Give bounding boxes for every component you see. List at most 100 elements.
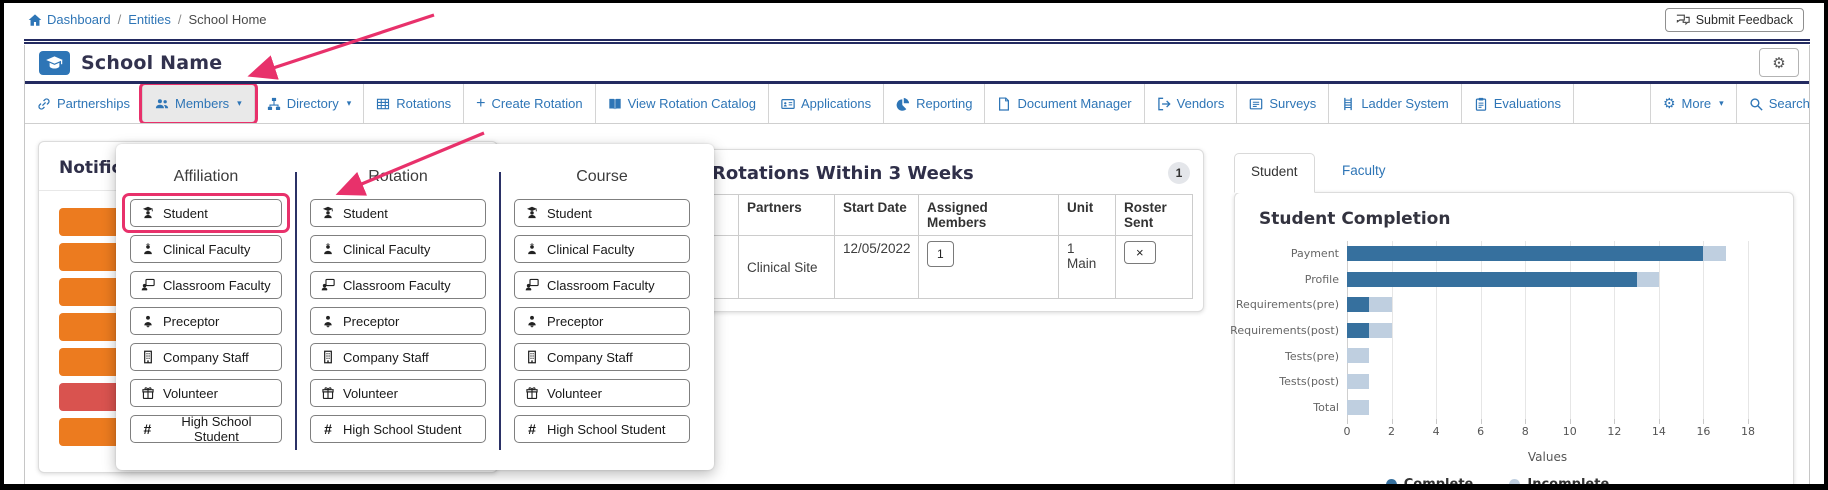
menu-item-affiliation-high-school-student[interactable]: # High School Student xyxy=(130,414,282,444)
menu-item-course-company-staff[interactable]: Company Staff xyxy=(514,343,690,371)
column-header-partners: Partners xyxy=(738,194,835,236)
preceptor-icon xyxy=(321,314,335,328)
legend-label: Complete xyxy=(1404,477,1474,484)
chart-x-tick-label: 6 xyxy=(1477,425,1485,439)
tab-student[interactable]: Student xyxy=(1234,153,1315,193)
menu-item-course-clinical-faculty[interactable]: Clinical Faculty xyxy=(514,235,690,263)
nav-item-create-rotation[interactable]: + Create Rotation xyxy=(464,84,596,123)
nav-item-applications[interactable]: Applications xyxy=(769,84,885,123)
menu-item-course-preceptor[interactable]: Preceptor xyxy=(514,307,690,335)
nav-item-document-manager[interactable]: Document Manager xyxy=(985,84,1145,123)
menu-item-affiliation-volunteer[interactable]: Volunteer xyxy=(130,379,282,407)
nav-item-view-rotation-catalog[interactable]: View Rotation Catalog xyxy=(596,84,769,123)
menu-item-rotation-volunteer[interactable]: Volunteer xyxy=(310,379,486,407)
chart-bar-row xyxy=(1347,369,1748,395)
home-icon xyxy=(28,13,42,27)
nav-item-search[interactable]: Search ▾ xyxy=(1737,84,1809,123)
clinical-faculty-icon xyxy=(525,242,539,256)
entity-header: School Name ⚙ xyxy=(25,45,1809,81)
menu-item-rotation-company-staff[interactable]: Company Staff xyxy=(310,343,486,371)
nav-spacer xyxy=(1574,84,1651,123)
menu-item-rotation-student[interactable]: Student xyxy=(310,199,486,227)
nav-item-members[interactable]: Members ▾ xyxy=(138,84,258,123)
nav-item-reporting[interactable]: Reporting xyxy=(884,84,986,123)
nav-item-evaluations[interactable]: Evaluations xyxy=(1462,84,1574,123)
breadcrumb-current: School Home xyxy=(188,12,267,27)
nav-item-more[interactable]: ⚙ More ▾ xyxy=(1651,84,1737,123)
chart-bar-segment xyxy=(1347,246,1704,261)
legend-item[interactable]: Incomplete xyxy=(1509,477,1609,484)
breadcrumb-dashboard-link[interactable]: Dashboard xyxy=(28,12,111,27)
building-icon xyxy=(525,350,539,364)
classroom-faculty-icon xyxy=(141,278,155,292)
nav-item-ladder-system[interactable]: Ladder System xyxy=(1329,84,1462,123)
menu-item-affiliation-student[interactable]: Student xyxy=(130,199,282,227)
menu-column-course: Course Student Clinical Faculty Classroo… xyxy=(514,168,690,456)
gear-icon: ⚙ xyxy=(1772,54,1786,72)
chart-category-label: Payment xyxy=(1290,247,1339,261)
page-title: School Name xyxy=(81,52,223,74)
menu-item-rotation-clinical-faculty[interactable]: Clinical Faculty xyxy=(310,235,486,263)
nav-item-rotations[interactable]: Rotations xyxy=(364,84,465,123)
menu-item-course-student[interactable]: Student xyxy=(514,199,690,227)
assigned-members-button[interactable]: 1 xyxy=(927,241,954,267)
chart-x-tick-label: 18 xyxy=(1741,425,1755,439)
tab-faculty[interactable]: Faculty xyxy=(1326,153,1402,193)
nav-item-partnerships[interactable]: Partnerships xyxy=(25,84,143,123)
menu-item-affiliation-company-staff[interactable]: Company Staff xyxy=(130,343,282,371)
cell-unit: 1 Main xyxy=(1058,235,1116,299)
nav-item-vendors[interactable]: Vendors xyxy=(1145,84,1238,123)
menu-column-rotation: Rotation Student Clinical Faculty Classr… xyxy=(310,168,486,456)
chart-bar-segment xyxy=(1347,322,1370,338)
chart-bar-segment xyxy=(1369,297,1392,313)
menu-column-title: Course xyxy=(576,168,628,185)
legend-item[interactable]: Complete xyxy=(1385,477,1474,484)
legend-label: Incomplete xyxy=(1527,477,1609,484)
rotations-table: Partners Start Date Assigned Members Uni… xyxy=(712,194,1193,299)
menu-item-affiliation-clinical-faculty[interactable]: Clinical Faculty xyxy=(130,235,282,263)
completion-chart: Payment Profile Requirements(pre) Requireme… xyxy=(1230,241,1755,484)
menu-item-course-classroom-faculty[interactable]: Classroom Faculty xyxy=(514,271,690,299)
hash-icon: # xyxy=(528,421,536,437)
chart-bar-row xyxy=(1347,292,1748,318)
clinical-faculty-icon xyxy=(321,242,335,256)
hash-icon: # xyxy=(143,421,152,437)
student-icon xyxy=(525,206,539,220)
members-icon xyxy=(155,97,169,111)
table-row: Clinical Site 12/05/2022 1 1 Main × xyxy=(712,235,1193,299)
settings-button[interactable]: ⚙ xyxy=(1759,48,1799,77)
breadcrumb-separator: / xyxy=(117,12,122,27)
chart-bar-segment xyxy=(1347,348,1370,364)
menu-item-rotation-preceptor[interactable]: Preceptor xyxy=(310,307,486,335)
menu-item-course-high-school-student[interactable]: # High School Student xyxy=(514,415,690,443)
completion-panel: Student Completion Payment Profile Require… xyxy=(1230,192,1794,484)
chart-x-tick-label: 12 xyxy=(1607,425,1622,439)
chart-x-tick-label: 2 xyxy=(1388,425,1396,439)
breadcrumb-entities-link[interactable]: Entities xyxy=(128,12,171,27)
members-dropdown-menu: Affiliation Student Clinical Faculty Cla… xyxy=(116,144,714,470)
chevron-down-icon: ▾ xyxy=(237,98,242,108)
nav-item-directory[interactable]: Directory ▾ xyxy=(255,84,365,123)
ladder-icon xyxy=(1341,97,1355,111)
chart-bar-row xyxy=(1347,318,1748,344)
top-divider xyxy=(24,39,1810,44)
preceptor-icon xyxy=(141,314,155,328)
clipboard-icon xyxy=(1474,97,1488,111)
menu-item-affiliation-classroom-faculty[interactable]: Classroom Faculty xyxy=(130,271,282,299)
menu-item-rotation-classroom-faculty[interactable]: Classroom Faculty xyxy=(310,271,486,299)
roster-sent-button[interactable]: × xyxy=(1124,241,1156,264)
nav-item-surveys[interactable]: Surveys xyxy=(1237,84,1330,123)
menu-item-affiliation-preceptor[interactable]: Preceptor xyxy=(130,307,282,335)
classroom-faculty-icon xyxy=(525,278,539,292)
menu-item-course-volunteer[interactable]: Volunteer xyxy=(514,379,690,407)
chart-bar-row xyxy=(1347,267,1748,293)
chart-category-label: Requirements(pre) xyxy=(1235,298,1339,312)
submit-feedback-button[interactable]: Submit Feedback xyxy=(1664,8,1804,32)
preceptor-icon xyxy=(525,314,539,328)
chart-bar-segment xyxy=(1347,399,1370,415)
table-icon xyxy=(376,97,390,111)
plus-icon: + xyxy=(476,94,486,112)
menu-item-rotation-high-school-student[interactable]: # High School Student xyxy=(310,415,486,443)
chart-category-label: Total xyxy=(1313,400,1339,414)
chart-x-axis-label: Values xyxy=(1527,450,1568,465)
